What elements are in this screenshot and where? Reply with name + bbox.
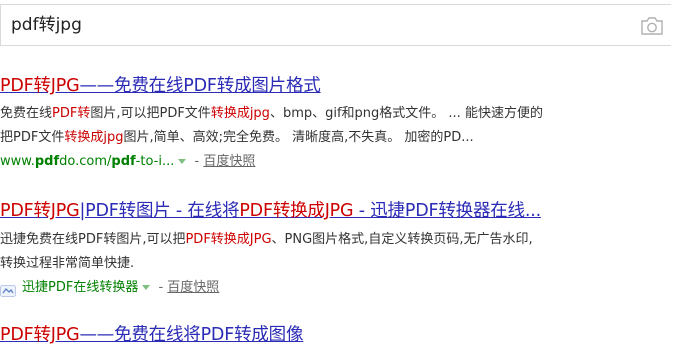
search-bar (0, 4, 671, 46)
dropdown-arrow-icon[interactable] (178, 158, 187, 164)
site-logo-icon (0, 282, 16, 297)
search-result: PDF转JPG|PDF转图片 - 在线将PDF转换成JPG - 迅捷PDF转换器… (0, 198, 675, 300)
result-title-link[interactable]: PDF转JPG——免费在线PDF转成图片格式 (0, 73, 675, 99)
result-url-line: 迅捷PDF在线转换器 - 百度快照 (0, 276, 675, 300)
search-input[interactable] (1, 5, 621, 45)
result-title-link[interactable]: PDF转JPG|PDF转图片 - 在线将PDF转换成JPG - 迅捷PDF转换器… (0, 198, 675, 224)
camera-icon[interactable] (640, 17, 664, 35)
search-result: PDF转JPG——免费在线PDF转成图片格式 免费在线PDF转图片,可以把PDF… (0, 73, 675, 174)
result-title-link[interactable]: PDF转JPG——免费在线将PDF转成图像 (0, 322, 675, 348)
result-site-name[interactable]: 迅捷PDF在线转换器 (22, 280, 138, 295)
result-url-line: www.pdfdo.com/pdf-to-i... - 百度快照 (0, 154, 256, 169)
result-description: 迅捷免费在线PDF转图片,可以把PDF转换成JPG、PNG图片格式,自定义转换页… (0, 232, 533, 271)
snapshot-link[interactable]: 百度快照 (203, 154, 255, 169)
result-description: 免费在线PDF转图片,可以把PDF文件转换成jpg、bmp、gif和png格式文… (0, 106, 543, 145)
search-result: PDF转JPG——免费在线将PDF转成图像 (0, 322, 675, 348)
dropdown-arrow-icon[interactable] (142, 284, 151, 290)
result-url[interactable]: www.pdfdo.com/pdf-to-i... (0, 154, 174, 169)
snapshot-link[interactable]: 百度快照 (167, 280, 219, 295)
